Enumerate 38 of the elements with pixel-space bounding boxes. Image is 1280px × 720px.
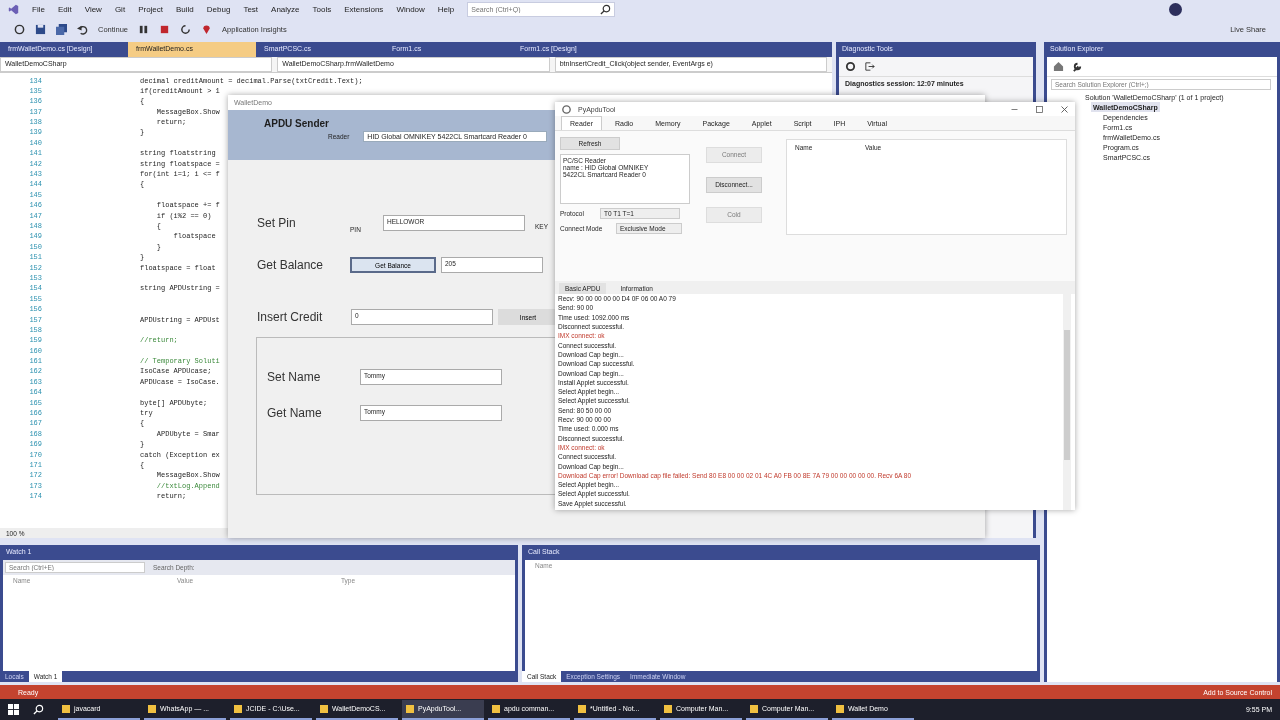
pause-icon[interactable] [138, 23, 150, 35]
menu-item[interactable]: View [84, 4, 102, 14]
section-label: Get Name [267, 406, 323, 420]
section-label: Insert Credit [257, 310, 324, 324]
location-pin-icon [201, 23, 213, 35]
menu-item[interactable]: Git [114, 4, 126, 14]
export-icon[interactable] [864, 61, 875, 73]
stop-icon[interactable] [159, 23, 171, 35]
menu-item[interactable]: File [32, 4, 45, 14]
menu-item[interactable]: Help [437, 4, 455, 14]
search-icon[interactable] [33, 704, 44, 716]
menu-item[interactable]: Test [243, 4, 259, 14]
menu-item[interactable]: Edit [57, 4, 72, 14]
form-heading: APDU Sender [264, 118, 329, 129]
close-icon[interactable] [1060, 104, 1069, 114]
scrollbar[interactable] [1063, 294, 1071, 510]
menu-item[interactable]: Build [176, 4, 194, 14]
maximize-icon[interactable] [1035, 104, 1044, 114]
app-logo-icon [8, 3, 19, 15]
start-icon[interactable] [8, 704, 19, 716]
home-icon[interactable] [1053, 61, 1064, 73]
wrench-icon[interactable] [1072, 61, 1083, 73]
restart-icon[interactable] [180, 23, 192, 35]
save-icon[interactable] [35, 23, 46, 35]
search-icon [600, 3, 612, 15]
menu-item[interactable]: Window [396, 4, 425, 14]
menu-item[interactable]: Extensions [344, 4, 384, 14]
menu-item[interactable]: Project [138, 4, 164, 14]
section-label: Set Pin [257, 215, 297, 230]
account-avatar-icon[interactable] [1169, 2, 1182, 16]
section-label: Get Balance [257, 258, 325, 272]
menu-item[interactable]: Tools [312, 4, 332, 14]
undo-icon[interactable] [77, 23, 88, 35]
app-icon [561, 103, 572, 115]
save-all-icon[interactable] [56, 23, 67, 35]
menu-item[interactable]: Analyze [271, 4, 300, 14]
menu-item[interactable]: Debug [206, 4, 231, 14]
section-label: Set Name [267, 370, 322, 384]
